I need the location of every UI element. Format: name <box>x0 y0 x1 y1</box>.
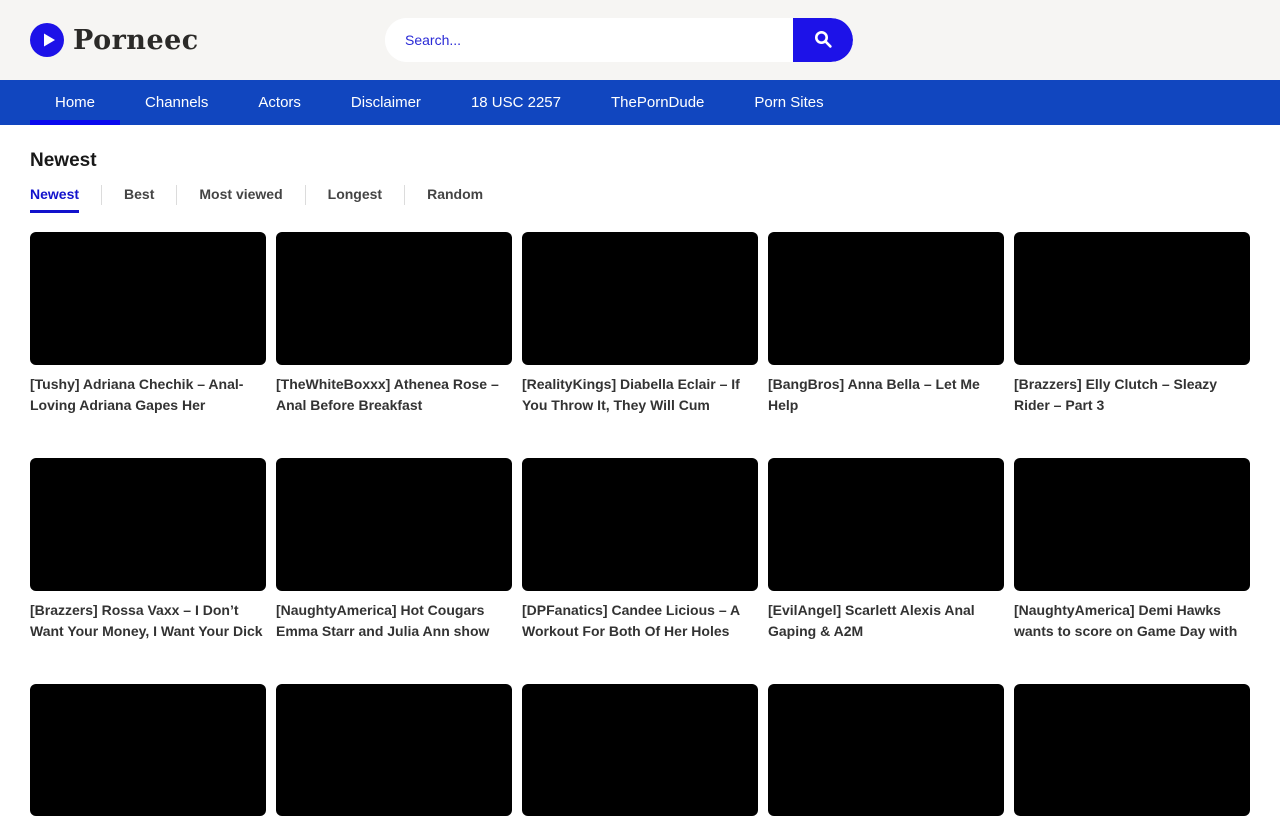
video-thumbnail[interactable] <box>276 458 512 591</box>
video-card <box>1014 684 1250 825</box>
video-card: [BangBros] Anna Bella – Let Me Help <box>768 232 1004 416</box>
video-thumbnail[interactable] <box>768 684 1004 817</box>
tab-divider <box>176 185 177 205</box>
site-header: Porneec <box>0 0 1280 80</box>
nav-item-theporndude[interactable]: ThePornDude <box>586 80 729 125</box>
video-card: [NaughtyAmerica] Hot Cougars Emma Starr … <box>276 458 512 642</box>
tab-newest[interactable]: Newest <box>30 186 79 213</box>
video-card: [Brazzers] Rossa Vaxx – I Don’t Want You… <box>30 458 266 642</box>
video-card: [NaughtyAmerica] Demi Hawks wants to sco… <box>1014 458 1250 642</box>
nav-item-disclaimer[interactable]: Disclaimer <box>326 80 446 125</box>
logo-text: Porneec <box>73 25 199 56</box>
video-card <box>768 684 1004 825</box>
tab-longest[interactable]: Longest <box>328 186 382 213</box>
video-card: [Brazzers] Elly Clutch – Sleazy Rider – … <box>1014 232 1250 416</box>
video-thumbnail[interactable] <box>1014 458 1250 591</box>
video-thumbnail[interactable] <box>768 232 1004 365</box>
video-card: [EvilAngel] Scarlett Alexis Anal Gaping … <box>768 458 1004 642</box>
page-title: Newest <box>30 150 1250 172</box>
tab-most-viewed[interactable]: Most viewed <box>199 186 282 213</box>
video-thumbnail[interactable] <box>276 684 512 817</box>
video-card: [RealityKings] Diabella Eclair – If You … <box>522 232 758 416</box>
video-card <box>30 684 266 825</box>
search-input[interactable] <box>385 18 793 62</box>
nav-item-home[interactable]: Home <box>30 80 120 125</box>
main-content: Newest Newest Best Most viewed Longest R… <box>0 150 1280 825</box>
video-thumbnail[interactable] <box>30 684 266 817</box>
video-title[interactable]: [NaughtyAmerica] Hot Cougars Emma Starr … <box>276 600 512 642</box>
video-title[interactable]: [Tushy] Adriana Chechik – Anal-Loving Ad… <box>30 374 266 416</box>
tab-divider <box>305 185 306 205</box>
video-thumbnail[interactable] <box>30 232 266 365</box>
video-title[interactable]: [Brazzers] Elly Clutch – Sleazy Rider – … <box>1014 374 1250 416</box>
video-thumbnail[interactable] <box>522 232 758 365</box>
tab-divider <box>101 185 102 205</box>
tab-random[interactable]: Random <box>427 186 483 213</box>
video-thumbnail[interactable] <box>1014 232 1250 365</box>
sort-tabs: Newest Best Most viewed Longest Random <box>30 185 1250 213</box>
video-card <box>522 684 758 825</box>
video-title[interactable]: [BangBros] Anna Bella – Let Me Help <box>768 374 1004 416</box>
video-card: [TheWhiteBoxxx] Athenea Rose – Anal Befo… <box>276 232 512 416</box>
video-title[interactable]: [EvilAngel] Scarlett Alexis Anal Gaping … <box>768 600 1004 642</box>
video-title[interactable]: [DPFanatics] Candee Licious – A Workout … <box>522 600 758 642</box>
nav-item-18usc2257[interactable]: 18 USC 2257 <box>446 80 586 125</box>
video-thumbnail[interactable] <box>276 232 512 365</box>
video-thumbnail[interactable] <box>1014 684 1250 817</box>
video-thumbnail[interactable] <box>522 458 758 591</box>
magnifier-icon <box>811 27 835 54</box>
video-title[interactable]: [NaughtyAmerica] Demi Hawks wants to sco… <box>1014 600 1250 642</box>
nav-item-channels[interactable]: Channels <box>120 80 233 125</box>
nav-item-porn-sites[interactable]: Porn Sites <box>729 80 848 125</box>
video-title[interactable]: [Brazzers] Rossa Vaxx – I Don’t Want You… <box>30 600 266 642</box>
tab-divider <box>404 185 405 205</box>
video-thumbnail[interactable] <box>522 684 758 817</box>
video-thumbnail[interactable] <box>768 458 1004 591</box>
video-card: [DPFanatics] Candee Licious – A Workout … <box>522 458 758 642</box>
nav-item-actors[interactable]: Actors <box>233 80 326 125</box>
play-icon <box>30 23 64 57</box>
search-form <box>385 18 853 62</box>
video-thumbnail[interactable] <box>30 458 266 591</box>
search-button[interactable] <box>793 18 853 62</box>
video-title[interactable]: [RealityKings] Diabella Eclair – If You … <box>522 374 758 416</box>
logo[interactable]: Porneec <box>30 23 199 57</box>
video-card <box>276 684 512 825</box>
tab-best[interactable]: Best <box>124 186 154 213</box>
main-nav: Home Channels Actors Disclaimer 18 USC 2… <box>0 80 1280 125</box>
video-title[interactable]: [TheWhiteBoxxx] Athenea Rose – Anal Befo… <box>276 374 512 416</box>
video-grid: [Tushy] Adriana Chechik – Anal-Loving Ad… <box>30 232 1250 825</box>
video-card: [Tushy] Adriana Chechik – Anal-Loving Ad… <box>30 232 266 416</box>
